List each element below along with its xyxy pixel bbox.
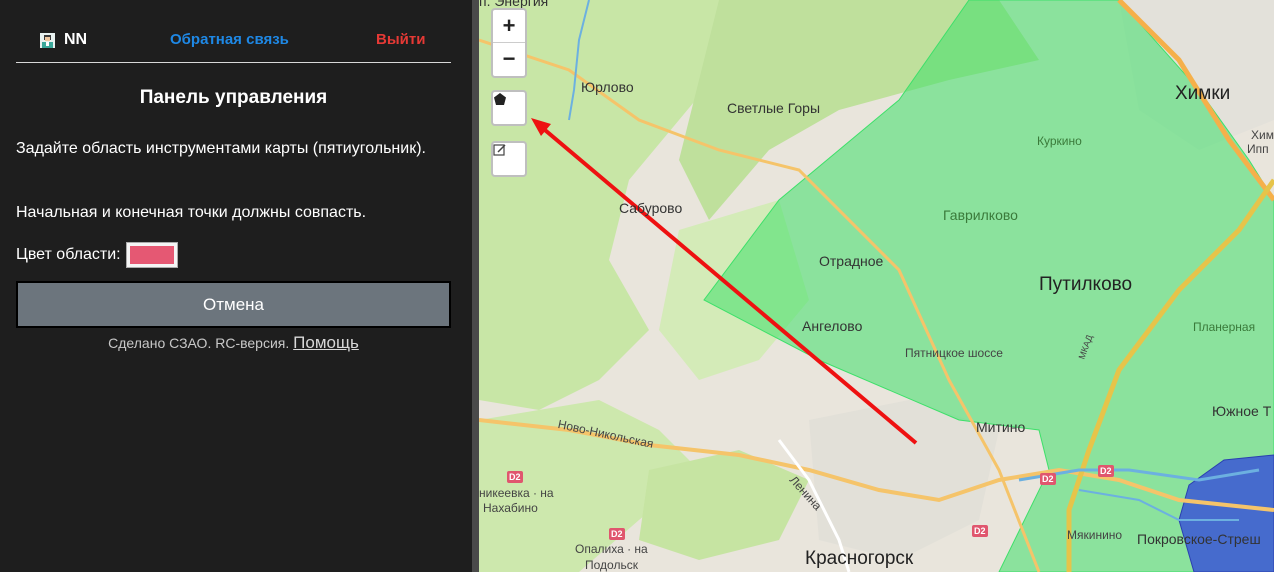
map-label-krasnogorsk: Красногорск [805, 548, 914, 569]
road-badge-d2: D2 [972, 525, 988, 537]
area-color-picker[interactable] [125, 242, 178, 268]
area-color-fill [129, 246, 174, 264]
control-sidebar: NN Обратная связь Выйти Панель управлени… [0, 0, 472, 572]
map-label-opalikha: Опалиха · на [575, 542, 648, 556]
user-name: NN [64, 31, 88, 48]
top-navbar: NN Обратная связь Выйти [16, 0, 451, 63]
map-label-khimki: Химки [1175, 83, 1231, 104]
map-label-yuzhnoe: Южное Т [1212, 403, 1272, 419]
help-link[interactable]: Помощь [293, 333, 359, 352]
road-badge-d2: D2 [1098, 465, 1114, 477]
map-label-podolsk: Подольск [585, 558, 638, 572]
user-info[interactable]: NN [40, 31, 87, 49]
map-label-svetlye-gory: Светлые Горы [727, 100, 821, 116]
color-label: Цвет области: [16, 246, 121, 263]
map-label-khimki-ipp: Хим [1251, 128, 1274, 142]
map-label-putilkovo: Путилково [1039, 274, 1133, 295]
map-label-saburovo: Сабурово [619, 200, 683, 216]
instruction-note: Начальная и конечная точки должны совпас… [16, 204, 367, 221]
draw-polygon-button[interactable] [491, 90, 527, 126]
zoom-in-button[interactable]: + [493, 10, 525, 43]
map-label-kurkino: Куркино [1037, 134, 1082, 148]
map-label-ipp: Ипп [1247, 142, 1269, 156]
map-label-mitino: Митино [976, 419, 1026, 435]
map-view[interactable]: п. Энергия Юрлово Светлые Горы Химки Кур… [479, 0, 1274, 572]
road-badge-d2: D2 [507, 471, 523, 483]
zoom-control: + − [491, 8, 527, 78]
map-label-planernaya: Планерная [1193, 320, 1256, 334]
zoom-out-button[interactable]: − [493, 43, 525, 75]
panel-splitter[interactable] [472, 0, 479, 572]
user-avatar-icon [40, 32, 55, 48]
logout-link[interactable]: Выйти [376, 31, 425, 48]
color-picker-row: Цвет области: [16, 242, 178, 268]
road-badge-d2: D2 [609, 528, 625, 540]
cancel-button[interactable]: Отмена [16, 281, 451, 328]
feedback-link[interactable]: Обратная связь [170, 31, 289, 48]
footer: Сделано СЗАО. RC-версия. Помощь [16, 333, 451, 353]
map-label-otradnoe: Отрадное [819, 253, 884, 269]
map-label-nakhabino: Нахабино [483, 501, 538, 515]
map-label-angelovo: Ангелово [802, 318, 863, 334]
map-label-pyatnitskoe: Пятницкое шоссе [905, 346, 1003, 360]
map-label-gavrilkovo: Гаврилково [943, 207, 1018, 223]
instruction-text: Задайте область инструментами карты (пят… [16, 140, 426, 157]
map-label-nikeevka: никеевка · на [479, 486, 554, 500]
footer-text: Сделано СЗАО. RC-версия. [108, 335, 290, 351]
panel-title: Панель управления [139, 87, 328, 108]
edit-layers-button[interactable] [491, 141, 527, 177]
map-label-myakinino: Мякинино [1067, 528, 1123, 542]
map-label-yurlovo: Юрлово [581, 79, 634, 95]
map-label-pokrovskoe: Покровское-Стреш [1137, 531, 1261, 547]
road-badge-d2: D2 [1040, 473, 1056, 485]
